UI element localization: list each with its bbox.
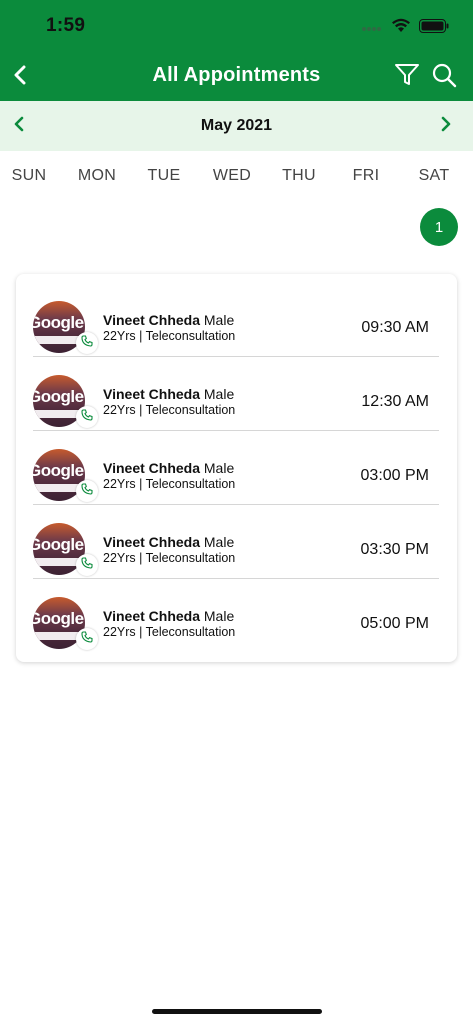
appointment-item[interactable]: Google Vineet Chheda Male 22Yrs | Teleco… xyxy=(16,282,457,357)
filter-icon xyxy=(394,63,420,92)
teleconsultation-badge xyxy=(76,628,98,650)
avatar-logo-text: Google xyxy=(33,461,84,480)
appointment-item[interactable]: Google Vineet Chheda Male 22Yrs | Teleco… xyxy=(16,578,457,652)
patient-name: Vineet Chheda xyxy=(103,534,200,550)
chevron-right-icon xyxy=(440,115,452,138)
patient-name: Vineet Chheda xyxy=(103,460,200,476)
patient-name: Vineet Chheda xyxy=(103,386,200,402)
weekday-label: MON xyxy=(77,167,117,184)
month-selector: May 2021 xyxy=(0,101,473,151)
appointment-details: 22Yrs | Teleconsultation xyxy=(103,403,236,417)
appointment-details: 22Yrs | Teleconsultation xyxy=(103,625,236,639)
appointment-details: 22Yrs | Teleconsultation xyxy=(103,551,236,565)
weekday-label: SUN xyxy=(11,167,47,184)
appointment-time: 05:00 PM xyxy=(360,615,429,632)
search-icon xyxy=(431,62,457,93)
avatar-logo-text: Google xyxy=(33,535,84,554)
status-icons xyxy=(361,18,449,38)
appointment-time: 03:30 PM xyxy=(360,541,429,558)
weekday-header: SUN MON TUE WED THU FRI SAT xyxy=(0,167,473,189)
appointment-item[interactable]: Google Vineet Chheda Male 22Yrs | Teleco… xyxy=(16,430,457,505)
teleconsultation-badge xyxy=(76,332,98,354)
phone-icon xyxy=(81,556,93,574)
signal-icon xyxy=(361,19,383,37)
battery-icon xyxy=(419,18,449,38)
patient-gender: Male xyxy=(203,386,235,402)
next-month-button[interactable] xyxy=(435,114,457,138)
weekday-label: WED xyxy=(212,167,252,184)
patient-name: Vineet Chheda xyxy=(103,608,200,624)
weekday-label: FRI xyxy=(352,167,380,184)
calendar-day-selected[interactable]: 1 xyxy=(420,208,458,246)
wifi-icon xyxy=(391,18,411,38)
appointment-time: 12:30 AM xyxy=(361,393,429,410)
avatar-logo-text: Google xyxy=(33,387,84,406)
weekday-label: THU xyxy=(282,167,316,184)
patient-name-line: Vineet Chheda Male xyxy=(103,312,234,328)
teleconsultation-badge xyxy=(76,554,98,576)
phone-icon xyxy=(81,334,93,352)
patient-name-line: Vineet Chheda Male xyxy=(103,460,234,476)
patient-gender: Male xyxy=(203,312,235,328)
status-time: 1:59 xyxy=(46,15,86,36)
month-label: May 2021 xyxy=(200,117,273,134)
patient-gender: Male xyxy=(203,608,235,624)
patient-name-line: Vineet Chheda Male xyxy=(103,534,234,550)
app-header: 1:59 All Appointments xyxy=(0,0,473,101)
home-indicator[interactable] xyxy=(152,1009,322,1014)
filter-button[interactable] xyxy=(392,62,422,92)
appointment-details: 22Yrs | Teleconsultation xyxy=(103,329,236,343)
search-button[interactable] xyxy=(429,62,459,92)
weekday-label: SAT xyxy=(418,167,450,184)
appointments-list: Google Vineet Chheda Male 22Yrs | Teleco… xyxy=(16,274,457,662)
avatar-logo-text: Google xyxy=(33,313,84,332)
patient-name: Vineet Chheda xyxy=(103,312,200,328)
appointment-details: 22Yrs | Teleconsultation xyxy=(103,477,236,491)
patient-name-line: Vineet Chheda Male xyxy=(103,386,234,402)
appointment-time: 03:00 PM xyxy=(360,467,429,484)
teleconsultation-badge xyxy=(76,480,98,502)
patient-gender: Male xyxy=(203,534,235,550)
appointment-time: 09:30 AM xyxy=(361,319,429,336)
patient-name-line: Vineet Chheda Male xyxy=(103,608,234,624)
phone-icon xyxy=(81,482,93,500)
weekday-label: TUE xyxy=(147,167,181,184)
phone-icon xyxy=(81,630,93,648)
avatar-logo-text: Google xyxy=(33,609,84,628)
appointment-item[interactable]: Google Vineet Chheda Male 22Yrs | Teleco… xyxy=(16,504,457,579)
patient-gender: Male xyxy=(203,460,235,476)
phone-icon xyxy=(81,408,93,426)
teleconsultation-badge xyxy=(76,406,98,428)
appointment-item[interactable]: Google Vineet Chheda Male 22Yrs | Teleco… xyxy=(16,356,457,431)
